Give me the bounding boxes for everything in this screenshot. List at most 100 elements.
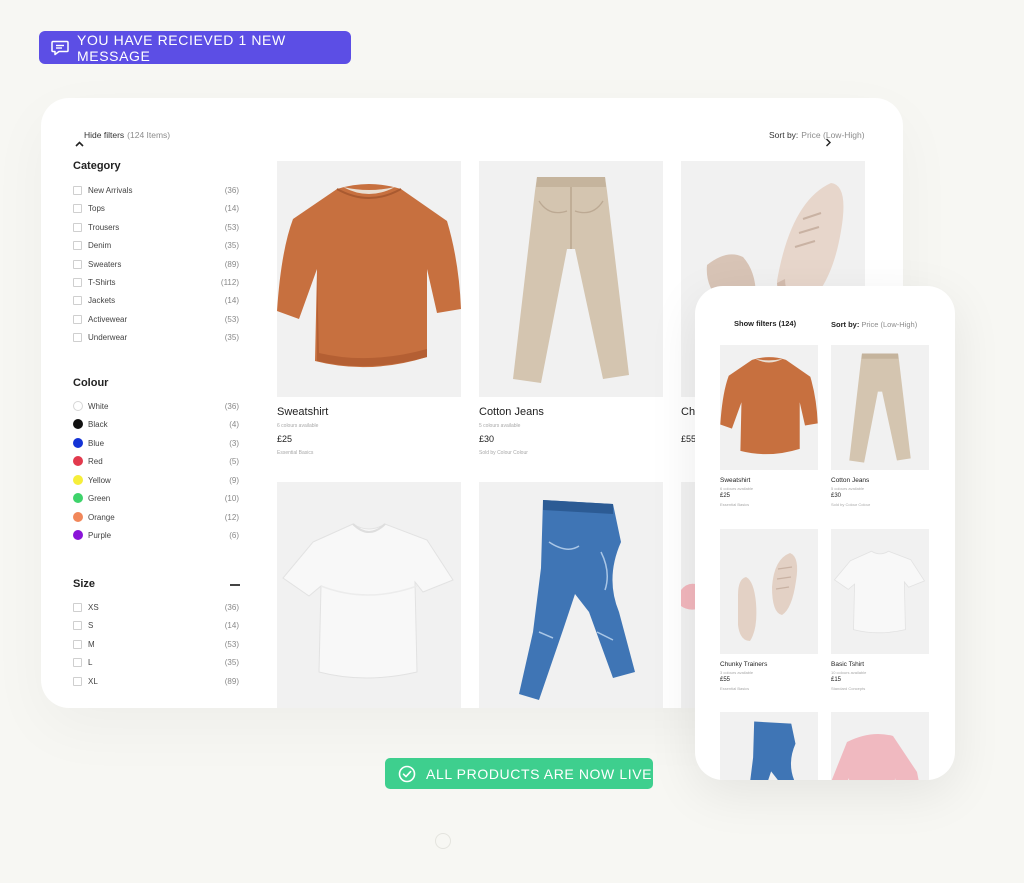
mobile-sort-label: Sort by: [831, 320, 860, 329]
filter-count: (3) [229, 438, 239, 448]
category-tops[interactable]: Tops (14) [73, 201, 239, 215]
filter-count: (89) [224, 259, 239, 269]
category-underwear[interactable]: Underwear (35) [73, 330, 239, 344]
checkbox[interactable] [73, 295, 82, 305]
scroll-indicator[interactable] [435, 833, 451, 849]
product-colours: 5 colours available [831, 486, 865, 491]
minus-icon[interactable] [230, 584, 240, 586]
filter-count: (112) [220, 277, 239, 287]
colour-purple[interactable]: Purple (6) [73, 528, 239, 542]
pink-jacket-image[interactable] [831, 712, 929, 780]
new-message-notification[interactable]: YOU HAVE RECIEVED 1 NEW MESSAGE [39, 31, 351, 64]
blue-swatch[interactable] [73, 438, 83, 448]
product-name[interactable]: Cotton Jeans [831, 477, 869, 484]
chevron-right-icon[interactable] [825, 138, 831, 150]
checkbox[interactable] [73, 277, 82, 287]
category-trousers[interactable]: Trousers (53) [73, 220, 239, 234]
filter-count: (14) [224, 295, 239, 305]
size-m[interactable]: M (53) [73, 637, 239, 651]
checkbox[interactable] [73, 657, 82, 667]
category-sweaters[interactable]: Sweaters (89) [73, 257, 239, 271]
filter-label: Orange [88, 512, 115, 522]
filter-label: M [88, 639, 95, 649]
sort-dropdown[interactable]: Sort by: Price (Low-High) [769, 130, 865, 140]
product-price: £25 [720, 493, 731, 499]
colour-black[interactable]: Black (4) [73, 417, 239, 431]
purple-swatch[interactable] [73, 530, 83, 540]
product-colours: 6 colours available [277, 423, 319, 429]
checkbox[interactable] [73, 676, 82, 686]
chunky-trainers-image[interactable] [720, 529, 818, 654]
green-swatch[interactable] [73, 493, 83, 503]
checkbox[interactable] [73, 602, 82, 612]
category-activewear[interactable]: Activewear (53) [73, 312, 239, 326]
checkbox[interactable] [73, 620, 82, 630]
colour-white[interactable]: White (36) [73, 399, 239, 413]
product-vendor: Sold by Colour Colour [831, 502, 871, 507]
yellow-swatch[interactable] [73, 475, 83, 485]
product-vendor: Essential Basics [277, 450, 314, 456]
filter-count: (35) [224, 240, 239, 250]
colour-title: Colour [73, 377, 109, 389]
filter-count: (89) [224, 676, 239, 686]
size-s[interactable]: S (14) [73, 618, 239, 632]
product-vendor: Sold by Colour Colour [479, 450, 528, 456]
product-name[interactable]: Sweatshirt [720, 477, 750, 484]
orange-swatch[interactable] [73, 512, 83, 522]
category-new-arrivals[interactable]: New Arrivals (36) [73, 183, 239, 197]
show-filters-button[interactable]: Show filters (124) [734, 319, 796, 328]
colour-red[interactable]: Red (5) [73, 454, 239, 468]
product-colours: 5 colours available [479, 423, 521, 429]
denim-jeans-image[interactable] [720, 712, 818, 780]
mobile-shop-window: Show filters (124) Sort by: Price (Low-Hi… [695, 286, 955, 780]
filter-label: L [88, 657, 93, 667]
filter-count: (5) [229, 456, 239, 466]
mobile-sort-dropdown[interactable]: Sort by: Price (Low-High) [831, 320, 917, 329]
size-l[interactable]: L (35) [73, 655, 239, 669]
colour-yellow[interactable]: Yellow (9) [73, 473, 239, 487]
checkbox[interactable] [73, 222, 82, 232]
sort-label: Sort by: [769, 130, 799, 140]
hide-filters-button[interactable]: Hide filters (124 Items) [84, 130, 170, 140]
colour-green[interactable]: Green (10) [73, 491, 239, 505]
product-name[interactable]: Cotton Jeans [479, 406, 544, 418]
filter-count: (14) [224, 620, 239, 630]
filter-label: T-Shirts [88, 277, 116, 287]
checkbox[interactable] [73, 639, 82, 649]
red-swatch[interactable] [73, 456, 83, 466]
filter-count: (14) [224, 203, 239, 213]
category-jackets[interactable]: Jackets (14) [73, 293, 239, 307]
checkbox[interactable] [73, 185, 82, 195]
cotton-jeans-image[interactable] [831, 345, 929, 470]
product-name[interactable]: Sweatshirt [277, 406, 328, 418]
filter-label: Black [88, 419, 108, 429]
product-price: £55 [720, 677, 731, 683]
colour-blue[interactable]: Blue (3) [73, 436, 239, 450]
product-name[interactable]: Basic Tshirt [831, 661, 864, 668]
size-xs[interactable]: XS (36) [73, 600, 239, 614]
colour-orange[interactable]: Orange (12) [73, 510, 239, 524]
filter-label: Green [88, 493, 111, 503]
cotton-jeans-image[interactable] [479, 161, 663, 397]
filter-count: (12) [224, 512, 239, 522]
white-swatch[interactable] [73, 401, 83, 411]
black-swatch[interactable] [73, 419, 83, 429]
filter-count: (53) [224, 639, 239, 649]
basic-tshirt-image[interactable] [277, 482, 461, 708]
checkbox[interactable] [73, 240, 82, 250]
sweatshirt-image[interactable] [720, 345, 818, 470]
denim-jeans-image[interactable] [479, 482, 663, 708]
product-vendor: Essential Basics [720, 686, 750, 691]
category-t-shirts[interactable]: T-Shirts (112) [73, 275, 239, 289]
size-xl[interactable]: XL (89) [73, 674, 239, 688]
checkbox[interactable] [73, 332, 82, 342]
product-name[interactable]: Ch [681, 406, 695, 418]
sweatshirt-image[interactable] [277, 161, 461, 397]
category-denim[interactable]: Denim (35) [73, 238, 239, 252]
basic-tshirt-image[interactable] [831, 529, 929, 654]
checkbox[interactable] [73, 314, 82, 324]
checkbox[interactable] [73, 203, 82, 213]
product-name[interactable]: Chunky Trainers [720, 661, 767, 668]
checkbox[interactable] [73, 259, 82, 269]
chevron-up-icon[interactable] [75, 138, 84, 150]
